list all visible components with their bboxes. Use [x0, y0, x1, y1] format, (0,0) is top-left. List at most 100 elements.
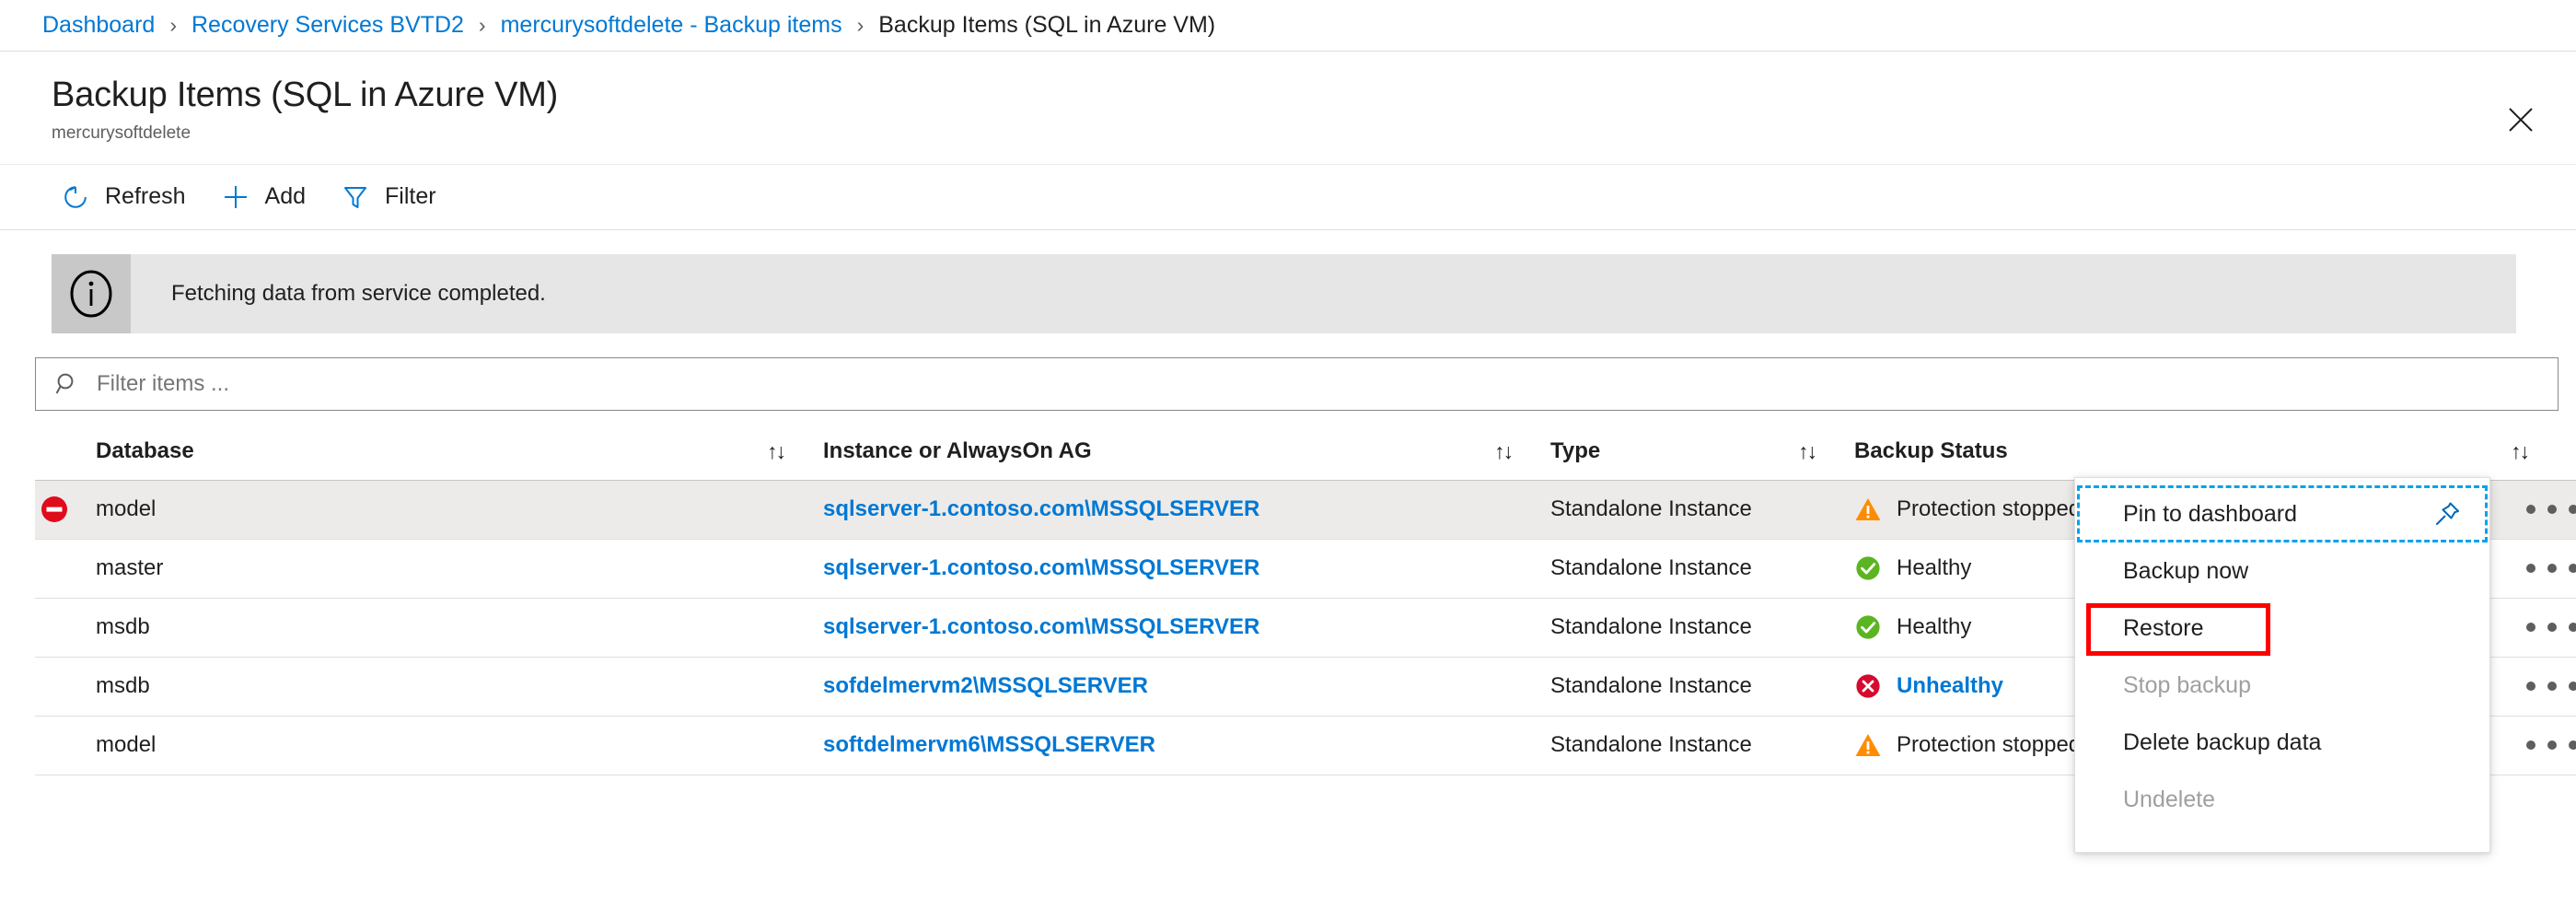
context-menu-item-label: Stop backup [2123, 672, 2464, 699]
page-header: Backup Items (SQL in Azure VM) mercuryso… [0, 52, 2576, 164]
cell-type: Standalone Instance [1550, 614, 1854, 640]
refresh-label: Refresh [105, 183, 186, 210]
warning-icon [1854, 495, 1882, 523]
context-menu-item-label: Undelete [2123, 787, 2464, 813]
status-label: Healthy [1897, 555, 1971, 581]
sort-icon[interactable]: ↑↓ [1494, 439, 1512, 464]
column-header-backup-status[interactable]: Backup Status ↑↓ [1854, 438, 2576, 464]
context-menu-item-label: Restore [2123, 615, 2464, 642]
page-title: Backup Items (SQL in Azure VM) [52, 76, 2534, 115]
pin-icon [2431, 497, 2464, 530]
ellipsis-icon [2519, 505, 2576, 514]
sort-icon[interactable]: ↑↓ [1798, 439, 1816, 464]
sort-icon[interactable]: ↑↓ [767, 439, 784, 464]
row-context-menu: Pin to dashboard Backup now Restore Stop… [2074, 477, 2490, 853]
cell-database: master [96, 555, 823, 581]
add-label: Add [265, 183, 306, 210]
filter-input-area [0, 333, 2576, 411]
ellipsis-icon [2519, 740, 2576, 750]
blocked-icon [39, 494, 70, 525]
instance-link[interactable]: sqlserver-1.contoso.com\MSSQLSERVER [823, 614, 1259, 639]
status-label[interactable]: Unhealthy [1897, 673, 2003, 699]
breadcrumb-item-recovery-services[interactable]: Recovery Services BVTD2 [191, 12, 464, 39]
row-more-button[interactable] [2519, 564, 2576, 573]
breadcrumb-separator-icon: › [857, 15, 864, 36]
status-label: Protection stopped [1897, 732, 2081, 758]
instance-link[interactable]: sqlserver-1.contoso.com\MSSQLSERVER [823, 555, 1259, 580]
info-icon [65, 268, 117, 320]
context-menu-item-label: Delete backup data [2123, 729, 2464, 756]
context-menu-item-restore[interactable]: Restore [2077, 600, 2488, 657]
sort-type[interactable]: ↑↓ [1816, 439, 1854, 464]
cell-instance: sqlserver-1.contoso.com\MSSQLSERVER [823, 555, 1550, 581]
row-more-button[interactable] [2519, 505, 2576, 514]
cell-database: model [96, 496, 823, 522]
banner-message: Fetching data from service completed. [131, 254, 546, 333]
row-more-button[interactable] [2519, 740, 2576, 750]
error-icon [1854, 672, 1882, 700]
column-header-backup-status-label: Backup Status [1854, 438, 2008, 464]
notification-banner-area: Fetching data from service completed. [0, 230, 2576, 333]
table-header-row: Database ↑↓ Instance or AlwaysOn AG ↑↓ T… [35, 424, 2576, 481]
cell-instance: sqlserver-1.contoso.com\MSSQLSERVER [823, 614, 1550, 640]
close-button[interactable] [2501, 99, 2541, 140]
context-menu-item-backup-now[interactable]: Backup now [2077, 542, 2488, 600]
context-menu-item-label: Backup now [2123, 558, 2464, 585]
context-menu-item-pin-to-dashboard[interactable]: Pin to dashboard [2077, 485, 2488, 542]
column-header-database[interactable]: Database [96, 438, 823, 464]
close-icon [2507, 106, 2535, 134]
search-box[interactable] [35, 357, 2559, 411]
row-more-button[interactable] [2519, 623, 2576, 632]
status-label: Healthy [1897, 614, 1971, 640]
ellipsis-icon [2519, 623, 2576, 632]
context-menu-item-delete-backup-data[interactable]: Delete backup data [2077, 714, 2488, 771]
cell-database: model [96, 732, 823, 758]
breadcrumb-item-backup-items[interactable]: mercurysoftdelete - Backup items [501, 12, 842, 39]
search-input[interactable] [95, 370, 2452, 398]
cell-type: Standalone Instance [1550, 732, 1854, 758]
info-icon-container [52, 254, 131, 333]
instance-link[interactable]: sofdelmervm2\MSSQLSERVER [823, 673, 1148, 698]
command-toolbar: Refresh Add Filter [0, 164, 2576, 230]
row-state-icon-cell [35, 494, 96, 525]
cell-instance: softdelmervm6\MSSQLSERVER [823, 732, 1550, 758]
plus-icon [219, 181, 252, 214]
funnel-icon [339, 181, 372, 214]
refresh-button[interactable]: Refresh [42, 165, 203, 229]
add-button[interactable]: Add [203, 165, 322, 229]
breadcrumb-separator-icon: › [169, 15, 177, 36]
refresh-icon [59, 181, 92, 214]
filter-label: Filter [385, 183, 436, 210]
context-menu-item-stop-backup: Stop backup [2077, 657, 2488, 714]
row-more-button[interactable] [2519, 682, 2576, 691]
cell-type: Standalone Instance [1550, 496, 1854, 522]
search-icon [54, 371, 80, 397]
breadcrumb-item-dashboard[interactable]: Dashboard [42, 12, 155, 39]
cell-instance: sqlserver-1.contoso.com\MSSQLSERVER [823, 496, 1550, 522]
sort-icon[interactable]: ↑↓ [2511, 439, 2576, 464]
page-subtitle: mercurysoftdelete [52, 123, 2534, 144]
instance-link[interactable]: sqlserver-1.contoso.com\MSSQLSERVER [823, 496, 1259, 521]
success-icon [1854, 613, 1882, 641]
breadcrumb-item-current: Backup Items (SQL in Azure VM) [878, 12, 1215, 39]
column-header-instance[interactable]: Instance or AlwaysOn AG [823, 438, 1550, 464]
ellipsis-icon [2519, 564, 2576, 573]
status-label: Protection stopped [1897, 496, 2081, 522]
warning-icon [1854, 731, 1882, 759]
sort-database[interactable]: ↑↓ [784, 439, 823, 464]
context-menu-item-label: Pin to dashboard [2123, 501, 2431, 528]
instance-link[interactable]: softdelmervm6\MSSQLSERVER [823, 732, 1155, 757]
success-icon [1854, 554, 1882, 582]
cell-type: Standalone Instance [1550, 673, 1854, 699]
cell-database: msdb [96, 614, 823, 640]
info-banner: Fetching data from service completed. [52, 254, 2516, 333]
breadcrumb-separator-icon: › [479, 15, 486, 36]
cell-instance: sofdelmervm2\MSSQLSERVER [823, 673, 1550, 699]
ellipsis-icon [2519, 682, 2576, 691]
cell-database: msdb [96, 673, 823, 699]
cell-type: Standalone Instance [1550, 555, 1854, 581]
sort-instance[interactable]: ↑↓ [1512, 439, 1550, 464]
breadcrumb: Dashboard › Recovery Services BVTD2 › me… [0, 0, 2576, 52]
filter-button[interactable]: Filter [322, 165, 453, 229]
context-menu-item-undelete: Undelete [2077, 771, 2488, 828]
